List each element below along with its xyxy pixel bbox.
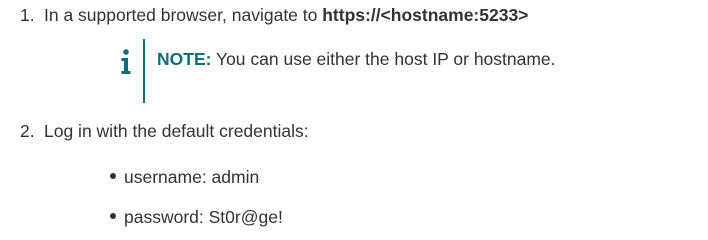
bullet-icon bbox=[110, 213, 116, 220]
credential-password: password: St0r@ge! bbox=[124, 207, 283, 227]
list-item: password: St0r@ge! bbox=[110, 206, 283, 228]
info-icon bbox=[121, 49, 131, 74]
note-text: NOTE: You can use either the host IP or … bbox=[157, 48, 556, 70]
note-body: You can use either the host IP or hostna… bbox=[211, 49, 556, 69]
step-1: 1. In a supported browser, navigate to ht… bbox=[20, 4, 528, 26]
list-item: username: admin bbox=[110, 166, 259, 188]
step-text: In a supported browser, navigate to bbox=[44, 5, 323, 25]
credential-username: username: admin bbox=[124, 167, 260, 187]
note-divider bbox=[143, 39, 145, 103]
step-number: 1. bbox=[20, 5, 35, 25]
step-2: 2. Log in with the default credentials: bbox=[20, 120, 309, 142]
bullet-icon bbox=[110, 173, 116, 180]
note-label: NOTE: bbox=[157, 49, 212, 69]
hostname-url: https://<hostname:5233> bbox=[322, 5, 529, 25]
step-text: Log in with the default credentials: bbox=[44, 121, 309, 141]
step-number: 2. bbox=[20, 121, 35, 141]
